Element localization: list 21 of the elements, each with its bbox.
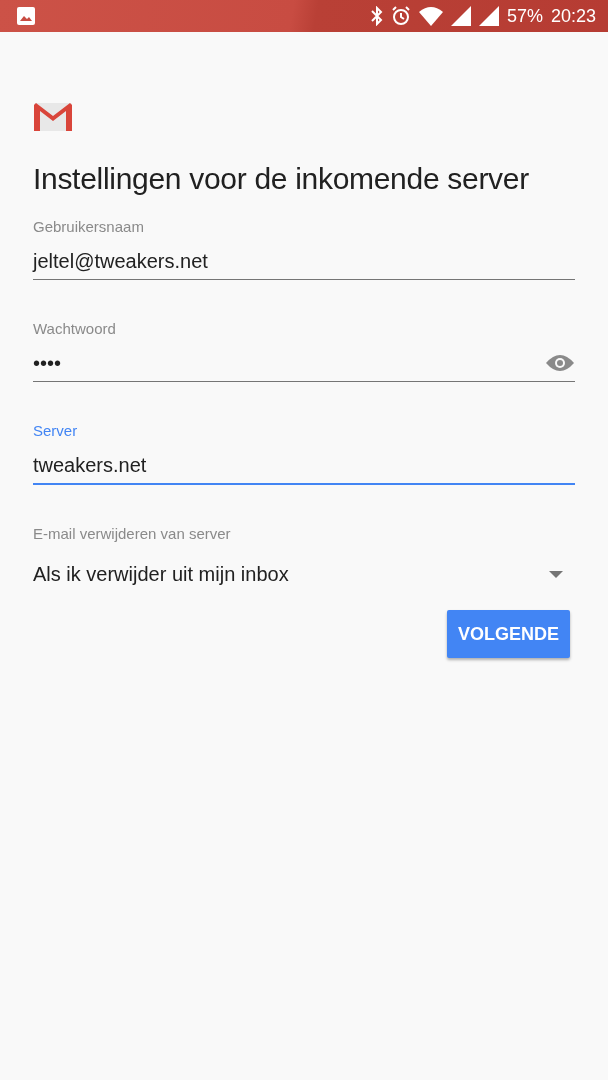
dropdown[interactable]: Als ik verwijder uit mijn inbox [33, 554, 575, 594]
battery-level: 57% [506, 5, 543, 27]
image-icon [17, 7, 35, 25]
next-button[interactable]: VOLGENDE [447, 610, 570, 658]
signal-icon [478, 6, 499, 26]
input-field[interactable]: jeltel@tweakers.net [33, 243, 575, 280]
eye-icon[interactable] [545, 353, 575, 373]
input-field[interactable]: tweakers.net [33, 447, 575, 485]
wifi-icon [418, 6, 443, 26]
caret-icon [549, 570, 563, 578]
page-title: Instellingen voor de inkomende server [33, 162, 530, 196]
clock-time: 20:23 [550, 5, 596, 27]
mail-logo-icon [33, 102, 73, 132]
password-field[interactable]: •••• [33, 345, 575, 382]
field-label: Gebruikersnaam [33, 218, 145, 235]
bluetooth-icon [370, 6, 383, 26]
alarm-icon [390, 6, 411, 26]
signal-icon [450, 6, 471, 26]
dropdown-label: E-mail verwijderen van server [33, 525, 232, 542]
field-label: Server [33, 422, 79, 439]
field-label: Wachtwoord [33, 320, 117, 337]
